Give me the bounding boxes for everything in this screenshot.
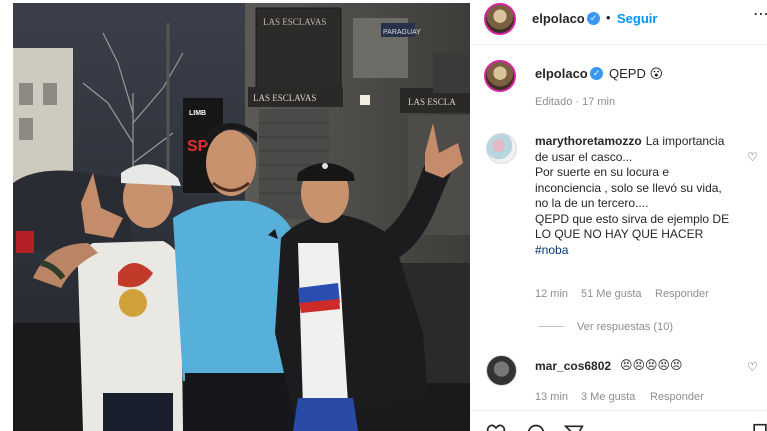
svg-text:LIMB: LIMB [189, 110, 206, 117]
comment-likes[interactable]: 51 Me gusta [581, 288, 642, 300]
comment-username[interactable]: marythoretamozzo [535, 134, 642, 148]
view-replies-button[interactable]: Ver respuestas (10) [577, 321, 673, 333]
author-avatar[interactable] [484, 3, 516, 35]
storefront-sign-top: LAS ESCLAVAS [263, 17, 326, 27]
comment-text-line: inconciencia , solo se llevó su vida, [535, 180, 722, 195]
comment-text-line: de usar el casco... [535, 149, 633, 164]
comment-hashtag[interactable]: #noba [535, 243, 755, 259]
comment-icon[interactable] [526, 423, 546, 431]
comment-time: 13 min [535, 391, 569, 403]
share-icon[interactable] [564, 423, 584, 431]
commenter-avatar[interactable] [486, 355, 517, 386]
verified-badge-icon: ✓ [590, 67, 603, 80]
caption-text: QEPD 😮 [609, 66, 664, 81]
caption-meta: Editado · 17 min [535, 96, 616, 108]
caption-author-avatar[interactable] [484, 60, 516, 92]
heart-outline-icon[interactable]: ♡ [747, 360, 758, 374]
comment-reply-button[interactable]: Responder [655, 288, 709, 300]
comment-text-line: Por suerte en su locura e [535, 165, 670, 179]
street-sign: PARAGUAY [383, 29, 421, 36]
comment-text-line: LO QUE NO HAY QUE HACER [535, 227, 704, 241]
commenter-avatar[interactable] [486, 133, 517, 164]
more-options-icon[interactable]: ⋯ [753, 4, 767, 24]
storefront-sign-main: LAS ESCLAVAS [253, 93, 316, 103]
wall-lamp [360, 95, 370, 105]
post-side-panel: elpolaco ✓ • Seguir ⋯ elpolaco ✓ QEPD 😮 … [470, 0, 767, 431]
comment-text: 😣😣😣😣😣 [620, 358, 683, 372]
post-header: elpolaco ✓ • Seguir ⋯ [470, 0, 767, 45]
comment-text-line: QEPD que esto sirva de ejemplo DE [535, 211, 730, 226]
heart-outline-icon[interactable] [486, 423, 506, 431]
post-photo[interactable]: LAS ESCLAVAS LAS ESCLAVAS PARAGUAY LAS E… [13, 3, 470, 431]
comment-reply-button[interactable]: Responder [650, 391, 704, 403]
comment-time: 12 min [535, 288, 569, 300]
storefront-sign-right: LAS ESCLA [408, 97, 456, 107]
verified-badge-icon: ✓ [587, 12, 600, 25]
caption-username[interactable]: elpolaco [535, 66, 588, 81]
follow-button[interactable]: Seguir [617, 11, 657, 26]
comment-likes[interactable]: 3 Me gusta [581, 391, 635, 403]
comment-text-line: no la de un tercero.... [535, 196, 649, 210]
header-separator: • [606, 10, 611, 25]
author-username[interactable]: elpolaco [532, 11, 585, 26]
post-photo-illustration: LAS ESCLAVAS LAS ESCLAVAS PARAGUAY LAS E… [13, 3, 470, 431]
bookmark-icon[interactable] [750, 423, 767, 431]
comment: marythoretamozzo La importancia de usar e… [535, 134, 755, 258]
view-replies-line [538, 326, 564, 327]
comment-text-line: La importancia [645, 134, 725, 148]
heart-outline-icon[interactable]: ♡ [747, 150, 758, 164]
comment-username[interactable]: mar_cos6802 [535, 359, 611, 373]
svg-text:SP: SP [187, 138, 209, 155]
post-action-bar [470, 410, 767, 431]
